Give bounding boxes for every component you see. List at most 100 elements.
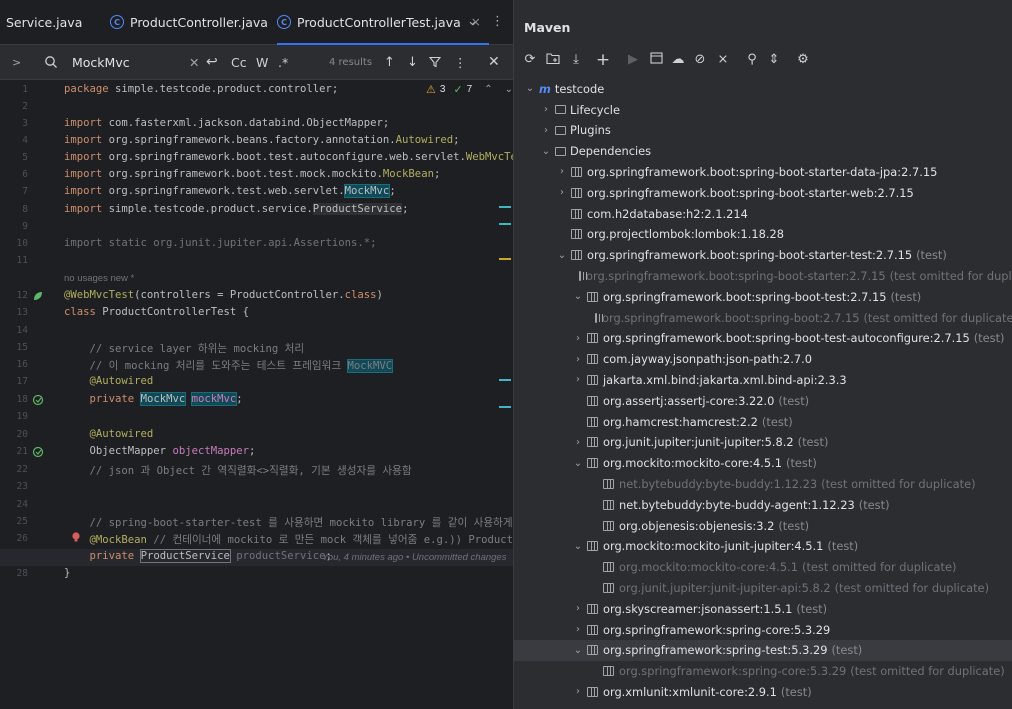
expand-all-icon[interactable]: ⇕ xyxy=(766,52,782,68)
chevron-right-icon[interactable]: › xyxy=(572,333,584,344)
chevron-down-icon[interactable]: ⌄ xyxy=(572,458,584,469)
dependency-node[interactable]: ›net.bytebuddy:byte-buddy:1.12.23(test o… xyxy=(514,473,1012,494)
dependency-node[interactable]: ›org.projectlombok:lombok:1.18.28 xyxy=(514,224,1012,245)
code-editor[interactable]: ⚠ 3 ✓ 7 ⌃ ⌄ 1 2 3 4 5 6 7 8 9 10 11 12 1… xyxy=(0,80,513,709)
dependency-node[interactable]: ›org.springframework.boot:spring-boot-st… xyxy=(514,265,1012,286)
library-icon xyxy=(587,395,598,406)
dependency-node[interactable]: › org.skyscreamer:jsonassert:1.5.1 (test) xyxy=(514,598,1012,619)
arrow-up-icon[interactable]: ↑ xyxy=(384,45,395,79)
show-dependencies-icon[interactable]: ⚲ xyxy=(744,52,760,68)
dependency-node[interactable]: ›net.bytebuddy:byte-buddy-agent:1.12.23(… xyxy=(514,494,1012,515)
clear-icon[interactable]: ✕ xyxy=(189,45,199,79)
dependency-node[interactable]: ⌄ org.springframework.boot:spring-boot-st… xyxy=(514,245,1012,266)
add-icon[interactable]: + xyxy=(595,52,611,69)
chevron-right-icon[interactable]: › xyxy=(572,603,584,614)
chevron-down-icon[interactable]: ⌄ xyxy=(524,83,536,94)
dependency-node[interactable]: ›com.h2database:h2:2.1.214 xyxy=(514,203,1012,224)
node-scope: (test) xyxy=(916,248,947,263)
library-icon xyxy=(595,312,603,323)
chevron-right-icon[interactable]: › xyxy=(572,624,584,635)
offline-icon[interactable]: ☁ xyxy=(670,52,686,68)
dependency-node[interactable]: › org.xmlunit:xmlunit-core:2.9.1 (test) xyxy=(514,681,1012,702)
tab-product-controller-test[interactable]: C ProductControllerTest.java × xyxy=(277,0,489,45)
node-label: org.springframework:spring-core:5.3.29 xyxy=(619,664,847,679)
dependency-node[interactable]: ⌄ org.springframework.boot:spring-boot-te… xyxy=(514,286,1012,307)
dependency-node[interactable]: ⌄ org.mockito:mockito-junit-jupiter:4.5.1… xyxy=(514,536,1012,557)
chevron-right-icon[interactable]: › xyxy=(572,686,584,697)
tab-label: ProductController.java xyxy=(130,14,268,30)
dependency-node[interactable]: › org.junit.jupiter:junit-jupiter:5.8.2 (t… xyxy=(514,432,1012,453)
chevron-right-icon[interactable]: › xyxy=(572,437,584,448)
chevron-right-icon[interactable]: › xyxy=(572,374,584,385)
chevron-right-icon[interactable]: > xyxy=(12,45,21,79)
new-line-icon[interactable]: ↩ xyxy=(206,45,218,79)
usages-hint[interactable]: no usages new * xyxy=(64,273,134,284)
node-text: org.mockito:mockito-junit-jupiter:4.5.1(… xyxy=(603,539,858,553)
chevron-down-icon[interactable]: ⌄ xyxy=(467,14,478,29)
regex-button[interactable]: .* xyxy=(278,45,288,79)
maven-folder-node[interactable]: ⌄ Dependencies xyxy=(514,141,1012,162)
prev-highlight-icon[interactable]: ⌃ xyxy=(484,84,492,95)
arrow-down-icon[interactable]: ↓ xyxy=(407,45,418,79)
dependency-node[interactable]: ›org.junit.jupiter:junit-jupiter-api:5.8… xyxy=(514,577,1012,598)
node-label: org.springframework.boot:spring-boot-tes… xyxy=(603,331,970,346)
reload-icon[interactable]: ⟳ xyxy=(522,52,538,68)
filter-icon[interactable] xyxy=(429,45,441,79)
more-icon[interactable]: ⋮ xyxy=(454,45,467,79)
maven-folder-node[interactable]: › Plugins xyxy=(514,120,1012,141)
line-number: 14 xyxy=(16,325,28,336)
dependency-node[interactable]: ⌄ org.mockito:mockito-core:4.5.1 (test) xyxy=(514,453,1012,474)
library-icon xyxy=(587,686,598,697)
chevron-down-icon[interactable]: ⌄ xyxy=(556,250,568,261)
chevron-right-icon[interactable]: › xyxy=(540,104,552,115)
dependency-node[interactable]: ›org.objenesis:objenesis:3.2(test) xyxy=(514,515,1012,536)
dependency-node[interactable]: ›org.assertj:assertj-core:3.22.0(test) xyxy=(514,390,1012,411)
dependency-node[interactable]: › org.springframework.boot:spring-boot-te… xyxy=(514,328,1012,349)
next-highlight-icon[interactable]: ⌄ xyxy=(505,84,513,95)
maven-folder-node[interactable]: › Lifecycle xyxy=(514,99,1012,120)
chevron-down-icon[interactable]: ⌄ xyxy=(572,645,584,656)
chevron-right-icon[interactable]: › xyxy=(540,125,552,136)
spring-bean-icon[interactable] xyxy=(32,290,44,302)
dependency-node[interactable]: ›org.springframework.boot:spring-boot-st… xyxy=(514,182,1012,203)
dependency-node[interactable]: ›org.springframework.boot:spring-boot-st… xyxy=(514,161,1012,182)
chevron-down-icon[interactable]: ⌄ xyxy=(540,146,552,157)
dependency-node[interactable]: ›org.hamcrest:hamcrest:2.2(test) xyxy=(514,411,1012,432)
collapse-all-icon[interactable]: ⨯ xyxy=(715,52,731,68)
more-menu-icon[interactable]: ⋮ xyxy=(491,14,504,29)
download-icon[interactable]: ⤓ xyxy=(568,52,584,68)
tab-service[interactable]: Service.java xyxy=(6,0,82,44)
dependency-node[interactable]: ›org.mockito:mockito-core:4.5.1(test omi… xyxy=(514,557,1012,578)
dependency-node[interactable]: › jakarta.xml.bind:jakarta.xml.bind-api:2… xyxy=(514,369,1012,390)
execute-goal-icon[interactable] xyxy=(648,52,664,68)
chevron-right-icon[interactable]: › xyxy=(556,187,568,198)
folder-icon xyxy=(555,125,566,135)
library-icon xyxy=(571,208,582,219)
dependency-node[interactable]: ›org.springframework:spring-core:5.3.29(… xyxy=(514,661,1012,682)
tab-product-controller[interactable]: C ProductController.java xyxy=(110,0,268,44)
dependency-node[interactable]: › org.springframework:spring-core:5.3.29 xyxy=(514,619,1012,640)
node-scope: (test) xyxy=(778,393,810,408)
chevron-right-icon[interactable]: › xyxy=(572,354,584,365)
git-blame-hint: You, 4 minutes ago • Uncommitted changes xyxy=(322,552,507,563)
chevron-down-icon[interactable]: ⌄ xyxy=(572,541,584,552)
inspection-widget[interactable]: ⚠ 3 ✓ 7 ⌃ ⌄ xyxy=(426,83,513,96)
line-number: 17 xyxy=(16,376,28,387)
match-case-button[interactable]: Cc xyxy=(231,45,247,79)
chevron-down-icon[interactable]: ⌄ xyxy=(572,291,584,302)
close-search-icon[interactable]: ✕ xyxy=(488,45,500,79)
search-input[interactable]: MockMvc xyxy=(72,45,130,79)
bean-navigation-icon[interactable] xyxy=(32,394,44,406)
dependency-node[interactable]: ⌄ org.springframework:spring-test:5.3.29(… xyxy=(514,639,1012,661)
chevron-right-icon[interactable]: › xyxy=(556,166,568,177)
dependency-node[interactable]: ›org.springframework.boot:spring-boot:2.… xyxy=(514,307,1012,328)
bean-navigation-icon[interactable] xyxy=(32,446,44,458)
words-button[interactable]: W xyxy=(256,45,268,79)
generate-sources-icon[interactable] xyxy=(545,52,561,68)
dependency-node[interactable]: › com.jayway.jsonpath:json-path:2.7.0 xyxy=(514,349,1012,370)
code-line: // 이 mocking 처리를 도와주는 테스트 프레임워크 MockMVC xyxy=(64,359,394,373)
maven-project[interactable]: ⌄ m testcode xyxy=(514,78,1012,99)
skip-tests-icon[interactable]: ⊘ xyxy=(692,52,708,68)
settings-icon[interactable]: ⚙ xyxy=(795,52,811,68)
code-line: package simple.testcode.product.controll… xyxy=(64,83,339,95)
